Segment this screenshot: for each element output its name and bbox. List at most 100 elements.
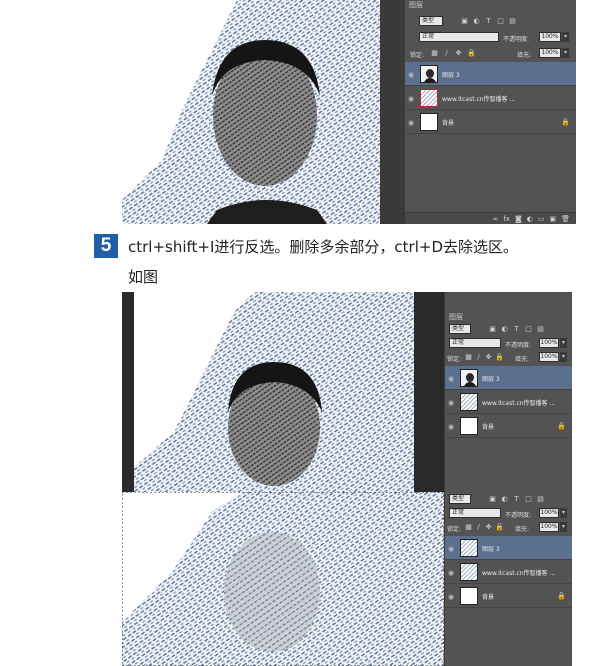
layer-item-background[interactable]: ◉ 背景 🔒 [445, 414, 572, 438]
lock-icon: 🔒 [561, 118, 570, 126]
adjustment-filter-icon[interactable]: ◐ [473, 18, 480, 25]
screenshot-top: 图层 类型 ▣ ◐ T □ ▤ 正常 不透明度: 100% ▾ 锁定: ▦ / … [122, 0, 576, 224]
eye-icon[interactable]: ◉ [448, 593, 454, 601]
layer-item-layer3[interactable]: ◉ 图层 3 [445, 366, 572, 390]
layer-item-background[interactable]: ◉ 背景 🔒 [405, 110, 576, 134]
step-instruction: ctrl+shift+I进行反选。删除多余部分，ctrl+D去除选区。 [128, 238, 518, 256]
blend-mode-select[interactable]: 正常 [449, 508, 501, 518]
move-lock-icon[interactable]: ✥ [455, 50, 462, 57]
panel-tab[interactable]: 图层 [449, 312, 463, 322]
layer-name: 图层 3 [482, 546, 500, 553]
step-badge: 5 [94, 234, 118, 258]
blend-mode-select[interactable]: 正常 [419, 32, 499, 42]
lock-icon: 🔒 [557, 592, 566, 600]
eye-icon[interactable]: ◉ [448, 545, 454, 553]
step-caption: 如图 [128, 268, 159, 286]
fill-dropdown[interactable]: ▾ [562, 48, 569, 58]
smart-filter-icon[interactable]: ▤ [537, 326, 544, 333]
adjustment-filter-icon[interactable]: ◐ [501, 496, 508, 503]
document-canvas[interactable] [122, 0, 404, 224]
fill-label: 填充: [515, 356, 530, 363]
eye-icon[interactable]: ◉ [408, 95, 414, 103]
layer-name: www.itcast.cn传智播客 ... [442, 96, 516, 103]
kind-filter-select[interactable]: 类型 [419, 16, 443, 26]
kind-filter-select[interactable]: 类型 [449, 494, 471, 504]
lock-pixels-icon[interactable]: ▦ [465, 524, 472, 531]
opacity-input[interactable]: 100% [539, 508, 559, 518]
opacity-dropdown[interactable]: ▾ [562, 32, 569, 42]
fx-icon[interactable]: fx [503, 215, 510, 223]
layer-item-watermark[interactable]: ◉ www.itcast.cn传智播客 ... [445, 390, 572, 414]
shape-filter-icon[interactable]: □ [497, 18, 504, 25]
eye-icon[interactable]: ◉ [448, 375, 454, 383]
layer-name: 背景 [482, 424, 495, 431]
layer-thumbnail [460, 539, 478, 557]
smart-filter-icon[interactable]: ▤ [509, 18, 516, 25]
layer-name: 图层 3 [442, 72, 460, 79]
lock-icon[interactable]: 🔒 [467, 50, 476, 57]
image-filter-icon[interactable]: ▣ [461, 18, 468, 25]
kind-filter-select[interactable]: 类型 [449, 324, 471, 334]
type-filter-icon[interactable]: T [513, 326, 520, 333]
lock-icon[interactable]: 🔒 [495, 524, 504, 531]
eye-icon[interactable]: ◉ [408, 119, 414, 127]
layers-panel: 图层 类型 ▣ ◐ T □ ▤ 正常 不透明度: 100% ▾ 锁定: ▦ / … [404, 0, 576, 224]
move-lock-icon[interactable]: ✥ [485, 524, 492, 531]
eye-icon[interactable]: ◉ [408, 71, 414, 79]
shape-filter-icon[interactable]: □ [525, 326, 532, 333]
lock-pixels-icon[interactable]: ▦ [465, 354, 472, 361]
layers-panel-second: 类型 ▣ ◐ T □ ▤ 正常 不透明度: 100% ▾ 锁定: ▦ / ✥ 🔒… [444, 492, 572, 666]
trash-icon[interactable]: 🗑 [561, 215, 570, 223]
opacity-label: 不透明度: [505, 512, 532, 519]
smart-filter-icon[interactable]: ▤ [537, 496, 544, 503]
move-lock-icon[interactable]: ✥ [485, 354, 492, 361]
document-canvas[interactable] [134, 292, 414, 492]
layers-panel: 图层 类型 ▣ ◐ T □ ▤ 正常 不透明度: 100% ▾ 锁定: ▦ / … [444, 292, 572, 492]
eye-icon[interactable]: ◉ [448, 399, 454, 407]
image-filter-icon[interactable]: ▣ [489, 496, 496, 503]
document-canvas-second[interactable] [122, 492, 444, 666]
layer-item-watermark[interactable]: ◉ www.itcast.cn传智播客 ... [445, 560, 572, 584]
brush-lock-icon[interactable]: / [443, 50, 450, 57]
layer-thumbnail [460, 587, 478, 605]
opacity-dropdown[interactable]: ▾ [560, 338, 567, 348]
fill-dropdown[interactable]: ▾ [560, 352, 567, 362]
opacity-input[interactable]: 100% [539, 338, 559, 348]
type-filter-icon[interactable]: T [513, 496, 520, 503]
type-filter-icon[interactable]: T [485, 18, 492, 25]
layer-thumbnail [420, 65, 438, 83]
fill-label: 填充: [517, 52, 532, 59]
image-filter-icon[interactable]: ▣ [489, 326, 496, 333]
layer-item-watermark[interactable]: ◉ www.itcast.cn传智播客 ... [405, 86, 576, 110]
fill-input[interactable]: 100% [539, 352, 559, 362]
opacity-input[interactable]: 100% [539, 32, 561, 42]
opacity-dropdown[interactable]: ▾ [560, 508, 567, 518]
layer-item-background[interactable]: ◉ 背景 🔒 [445, 584, 572, 608]
lock-icon[interactable]: 🔒 [495, 354, 504, 361]
new-layer-icon[interactable]: ▣ [549, 215, 556, 223]
layer-thumbnail [460, 369, 478, 387]
lock-label: 锁定: [410, 52, 425, 59]
layer-thumbnail [460, 393, 478, 411]
mask-icon[interactable]: ◙ [515, 215, 522, 223]
lock-label: 锁定: [447, 526, 462, 533]
lock-pixels-icon[interactable]: ▦ [431, 50, 438, 57]
blend-mode-select[interactable]: 正常 [449, 338, 501, 348]
folder-icon[interactable]: ▭ [538, 215, 545, 223]
panel-tab[interactable]: 图层 [409, 0, 423, 10]
brush-lock-icon[interactable]: / [475, 524, 482, 531]
lock-label: 锁定: [447, 356, 462, 363]
eye-icon[interactable]: ◉ [448, 423, 454, 431]
layer-name: www.itcast.cn传智播客 ... [482, 400, 556, 407]
brush-lock-icon[interactable]: / [475, 354, 482, 361]
eye-icon[interactable]: ◉ [448, 569, 454, 577]
fill-input[interactable]: 100% [539, 48, 561, 58]
link-icon[interactable]: ∞ [493, 215, 499, 223]
layer-item-layer3[interactable]: ◉ 图层 3 [405, 62, 576, 86]
fill-input[interactable]: 100% [539, 522, 559, 532]
adjustment-icon[interactable]: ◐ [527, 215, 533, 223]
fill-dropdown[interactable]: ▾ [560, 522, 567, 532]
layer-item-layer3[interactable]: ◉ 图层 3 [445, 536, 572, 560]
shape-filter-icon[interactable]: □ [525, 496, 532, 503]
adjustment-filter-icon[interactable]: ◐ [501, 326, 508, 333]
